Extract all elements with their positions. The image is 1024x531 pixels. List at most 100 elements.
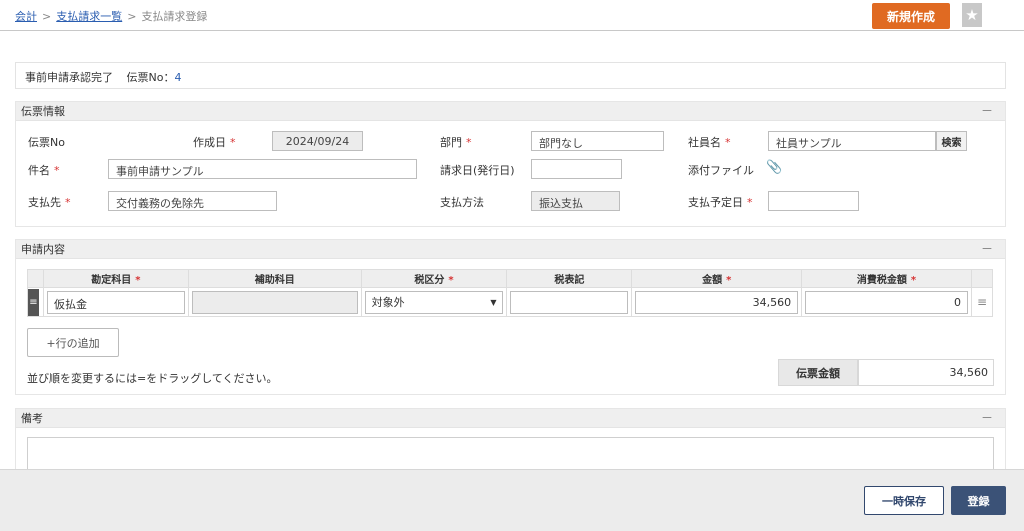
register-button[interactable]: 登録 <box>951 486 1006 515</box>
amount-column-label: 金額 <box>702 275 723 286</box>
payment-method-label: 支払方法 <box>440 196 484 209</box>
payee-field[interactable]: 交付義務の免除先 <box>108 191 277 211</box>
payee-label: 支払先 * <box>28 194 71 210</box>
drag-handle-cell: ≡ <box>27 287 44 317</box>
invoice-date-field[interactable] <box>531 159 622 179</box>
temporary-save-button[interactable]: 一時保存 <box>864 486 944 515</box>
sub-account-cell <box>187 287 362 317</box>
required-mark: * <box>448 275 454 286</box>
footer-bar: 一時保存 登録 <box>0 469 1024 531</box>
handle-column-header <box>27 269 44 288</box>
voucher-no-field-label: 伝票No <box>28 136 65 149</box>
voucher-total-label: 伝票金額 <box>778 359 858 386</box>
collapse-icon[interactable]: － <box>981 409 993 428</box>
tax-type-column-label: 税区分 <box>414 275 445 286</box>
required-mark: * <box>726 275 732 286</box>
amount-input[interactable]: 34,560 <box>635 290 799 314</box>
tax-note-cell <box>506 287 633 317</box>
voucher-no-label: 伝票No： <box>126 71 175 84</box>
add-row-button[interactable]: +行の追加 <box>27 328 119 357</box>
payment-due-label-text: 支払予定日 <box>688 196 743 209</box>
tax-type-column-header: 税区分 * <box>360 269 508 288</box>
request-title: 申請内容 <box>21 243 65 256</box>
required-mark: * <box>725 136 731 149</box>
department-field[interactable]: 部門なし <box>531 131 664 151</box>
account-column-label: 勘定科目 <box>91 275 132 286</box>
menu-column-header <box>970 269 994 288</box>
tax-note-input[interactable] <box>510 290 629 314</box>
status-bar: 事前申請承認完了 伝票No：4 <box>15 62 1006 89</box>
notes-header[interactable]: 備考 － <box>16 409 1005 428</box>
notes-panel: 備考 － <box>15 408 1006 478</box>
collapse-icon[interactable]: － <box>981 102 993 121</box>
required-mark: * <box>910 275 917 286</box>
breadcrumb-separator: > <box>127 10 137 23</box>
tax-type-cell: 対象外 ▼ <box>360 287 508 317</box>
amount-cell: 34,560 <box>631 287 803 317</box>
breadcrumb-separator: > <box>42 10 52 23</box>
created-date-field[interactable]: 2024/09/24 <box>272 131 363 151</box>
reorder-hint: 並び順を変更するには=をドラッグしてください。 <box>27 372 278 385</box>
new-create-button[interactable]: 新規作成 <box>872 3 950 29</box>
table-header-row: 勘定科目 * 補助科目 税区分 * 税表記 金額 * 消費税金額 * <box>27 269 994 288</box>
top-bar: 会計 > 支払請求一覧 > 支払請求登録 新規作成 ★ <box>0 0 1024 31</box>
voucher-info-panel: 伝票情報 － 伝票No 作成日 * 2024/09/24 部門 * 部門なし 社員名… <box>15 101 1006 227</box>
tax-amount-cell: 0 <box>801 287 972 317</box>
tax-type-value: 対象外 <box>371 296 405 309</box>
employee-label-text: 社員名 <box>688 136 721 149</box>
tax-amount-column-header: 消費税金額 * <box>801 269 972 288</box>
paperclip-icon[interactable]: 📎 <box>766 160 782 175</box>
star-icon[interactable]: ★ <box>962 3 982 27</box>
expense-table: 勘定科目 * 補助科目 税区分 * 税表記 金額 * 消費税金額 * ≡ 仮払金 対象外… <box>27 269 994 317</box>
employee-search-button[interactable]: 検索 <box>936 131 967 151</box>
sub-account-column-header: 補助科目 <box>187 269 362 288</box>
department-label-text: 部門 <box>440 136 462 149</box>
voucher-total-value: 34,560 <box>858 359 994 386</box>
department-label: 部門 * <box>440 134 472 150</box>
attachment-label: 添付ファイル <box>688 164 754 177</box>
required-mark: * <box>54 164 60 177</box>
required-mark: * <box>747 196 753 209</box>
subject-label-text: 件名 <box>28 164 50 177</box>
subject-label: 件名 * <box>28 162 60 178</box>
voucher-info-header[interactable]: 伝票情報 － <box>16 102 1005 121</box>
tax-type-select[interactable]: 対象外 ▼ <box>364 290 504 314</box>
required-mark: * <box>230 136 236 149</box>
voucher-no-value: 4 <box>174 71 182 84</box>
payee-label-text: 支払先 <box>28 196 61 209</box>
dropdown-arrow-icon: ▼ <box>490 297 497 307</box>
breadcrumb: 会計 > 支払請求一覧 > 支払請求登録 <box>15 8 207 24</box>
created-date-label-text: 作成日 <box>193 136 226 149</box>
row-menu-icon[interactable]: ≡ <box>970 287 994 317</box>
employee-field[interactable]: 社員サンプル <box>768 131 936 151</box>
required-mark: * <box>466 136 472 149</box>
status-text: 事前申請承認完了 <box>25 71 113 84</box>
sub-account-input[interactable] <box>191 290 358 314</box>
required-mark: * <box>65 196 71 209</box>
collapse-icon[interactable]: － <box>981 240 993 259</box>
account-input[interactable]: 仮払金 <box>46 290 185 314</box>
notes-title: 備考 <box>21 412 43 425</box>
breadcrumb-accounting-link[interactable]: 会計 <box>15 10 37 23</box>
invoice-date-label: 請求日(発行日) <box>440 164 515 177</box>
breadcrumb-payment-list-link[interactable]: 支払請求一覧 <box>56 10 122 23</box>
request-panel: 申請内容 － 勘定科目 * 補助科目 税区分 * 税表記 金額 * 消費税金額 * ≡ … <box>15 239 1006 395</box>
subject-field[interactable]: 事前申請サンプル <box>108 159 417 179</box>
account-column-header: 勘定科目 * <box>42 269 189 288</box>
required-mark: * <box>135 275 141 286</box>
payment-due-field[interactable] <box>768 191 859 211</box>
tax-amount-input[interactable]: 0 <box>805 290 968 314</box>
tax-note-column-header: 税表記 <box>506 269 633 288</box>
voucher-info-title: 伝票情報 <box>21 105 65 118</box>
breadcrumb-current: 支払請求登録 <box>141 10 208 23</box>
drag-handle-icon[interactable]: ≡ <box>28 288 39 316</box>
payment-method-field[interactable]: 振込支払 <box>531 191 620 211</box>
employee-label: 社員名 * <box>688 134 731 150</box>
payment-due-label: 支払予定日 * <box>688 194 753 210</box>
created-date-label: 作成日 * <box>193 134 236 150</box>
amount-column-header: 金額 * <box>631 269 803 288</box>
request-header[interactable]: 申請内容 － <box>16 240 1005 259</box>
table-row: ≡ 仮払金 対象外 ▼ 34,560 0 ≡ <box>27 287 994 317</box>
tax-amount-column-label: 消費税金額 <box>856 275 907 286</box>
account-cell: 仮払金 <box>42 287 189 317</box>
